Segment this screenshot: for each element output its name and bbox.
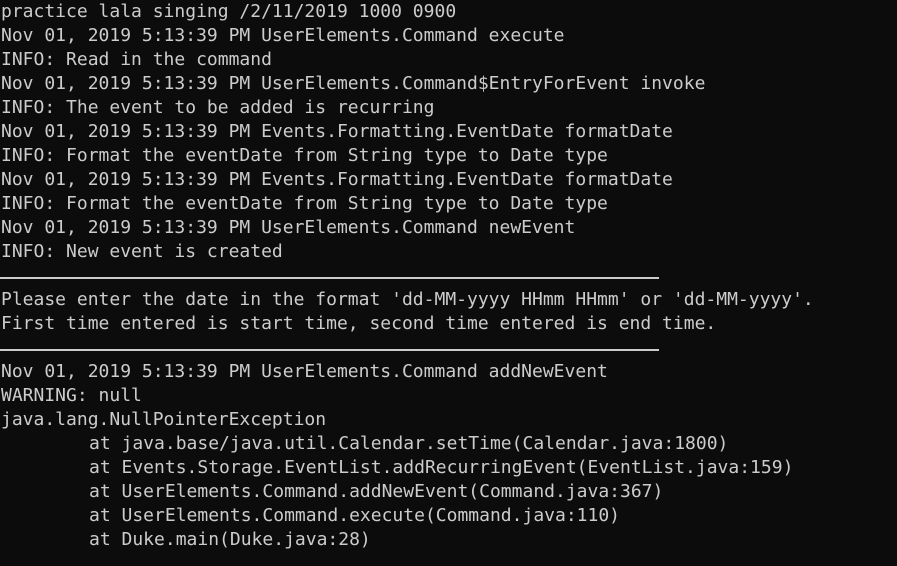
terminal-console: practice lala singing /2/11/2019 1000 09… xyxy=(0,0,897,566)
log-timestamp-line: Nov 01, 2019 5:13:39 PM Events.Formattin… xyxy=(1,169,673,190)
log-timestamp-line: Nov 01, 2019 5:13:39 PM UserElements.Com… xyxy=(1,25,565,46)
log-info-line: INFO: Format the eventDate from String t… xyxy=(1,145,608,166)
stack-trace-line: at java.base/java.util.Calendar.setTime(… xyxy=(89,433,729,454)
separator-line xyxy=(0,336,897,360)
log-warning-line: WARNING: null xyxy=(1,385,142,406)
log-timestamp-line: Nov 01, 2019 5:13:39 PM Events.Formattin… xyxy=(1,121,673,142)
stack-trace-line: at UserElements.Command.execute(Command.… xyxy=(89,505,621,526)
log-info-line: INFO: Read in the command xyxy=(1,49,272,70)
log-timestamp-line: Nov 01, 2019 5:13:39 PM UserElements.Com… xyxy=(1,217,576,238)
stack-trace-line: at Events.Storage.EventList.addRecurring… xyxy=(89,457,794,478)
stack-trace-line: at Duke.main(Duke.java:28) xyxy=(89,529,371,550)
log-timestamp-line: Nov 01, 2019 5:13:39 PM UserElements.Com… xyxy=(1,73,706,94)
exception-name: java.lang.NullPointerException xyxy=(1,409,327,430)
log-timestamp-line: Nov 01, 2019 5:13:39 PM UserElements.Com… xyxy=(1,361,608,382)
prompt-text: First time entered is start time, second… xyxy=(1,313,717,334)
command-input-echo: practice lala singing /2/11/2019 1000 09… xyxy=(1,1,457,22)
separator-line xyxy=(0,264,897,288)
prompt-text: Please enter the date in the format 'dd-… xyxy=(1,289,814,310)
log-info-line: INFO: New event is created xyxy=(1,241,283,262)
log-info-line: INFO: The event to be added is recurring xyxy=(1,97,435,118)
stack-trace-line: at UserElements.Command.addNewEvent(Comm… xyxy=(89,481,664,502)
log-info-line: INFO: Format the eventDate from String t… xyxy=(1,193,608,214)
